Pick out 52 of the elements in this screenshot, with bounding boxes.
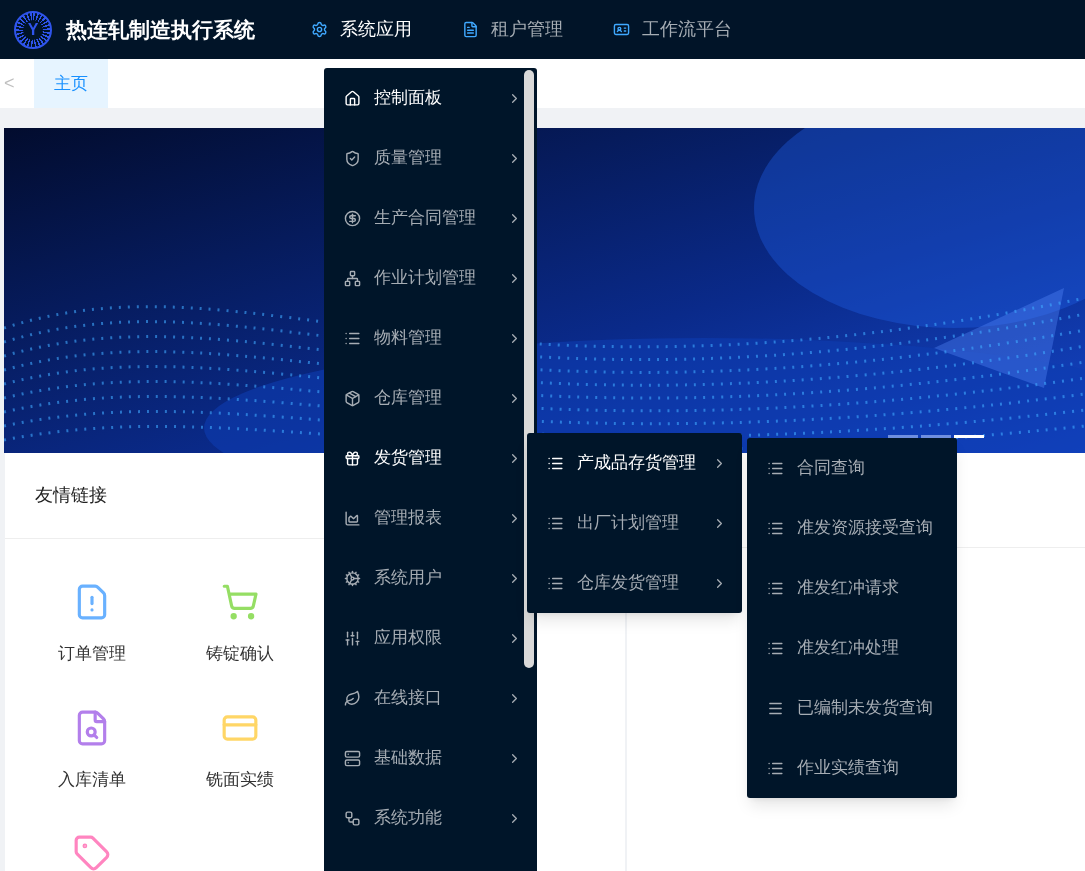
settings-icon xyxy=(311,21,328,38)
menu-item[interactable]: 准发红冲请求 xyxy=(767,558,947,618)
shield-icon xyxy=(344,149,361,167)
menu-item[interactable]: 作业实绩查询 xyxy=(767,738,947,798)
menu-item[interactable]: 管理报表 xyxy=(344,488,522,548)
menu-item[interactable]: 在线接口 xyxy=(344,668,522,728)
network-icon xyxy=(344,269,361,287)
link-label[interactable]: 铣面实绩 xyxy=(205,766,274,792)
menu-item[interactable]: 系统用户 xyxy=(344,548,522,608)
menu-item[interactable]: 已编制未发货查询 xyxy=(767,678,947,738)
menu-item[interactable]: 控制面板 xyxy=(344,68,522,128)
home-icon xyxy=(344,89,361,107)
document-icon xyxy=(462,21,479,38)
menu-item[interactable]: 发货管理 xyxy=(344,428,522,488)
nav-tab[interactable]: 租户管理 xyxy=(462,16,563,43)
menu-item[interactable]: 作业计划管理 xyxy=(344,248,522,308)
gift-icon xyxy=(344,449,361,467)
link-label[interactable]: 入库清单 xyxy=(58,766,126,792)
tag-icon[interactable] xyxy=(73,834,111,871)
badge-icon xyxy=(613,21,630,38)
carousel-indicator[interactable] xyxy=(921,435,951,438)
carousel-indicator[interactable] xyxy=(888,435,918,438)
menu-item[interactable]: 产成品存货管理 xyxy=(547,433,727,493)
hierarchy-icon xyxy=(344,809,361,827)
menu-item[interactable]: 仓库管理 xyxy=(344,368,522,428)
menu-item[interactable]: 物料管理 xyxy=(344,308,522,368)
app-title: 热连轧制造执行系统 xyxy=(66,16,255,43)
sliders-icon xyxy=(344,629,361,647)
menu-item[interactable]: 基础数据 xyxy=(344,728,522,788)
menu-item[interactable]: 系统功能 xyxy=(344,788,522,848)
menu-item[interactable]: 质量管理 xyxy=(344,128,522,188)
card-title: 友情链接 xyxy=(35,484,107,507)
server-icon xyxy=(344,749,361,767)
menu-item[interactable]: 准发红冲处理 xyxy=(767,618,947,678)
menu-item[interactable]: 合同查询 xyxy=(767,438,947,498)
nav-tab[interactable]: 工作流平台 xyxy=(613,16,732,43)
menu-item[interactable]: 生产合同管理 xyxy=(344,188,522,248)
link-label[interactable]: 订单管理 xyxy=(58,641,126,667)
package-icon xyxy=(344,389,361,407)
link-label[interactable]: 铸锭确认 xyxy=(205,641,274,667)
menu-item[interactable]: 应用权限 xyxy=(344,608,522,668)
menu-item[interactable]: 准发资源接受查询 xyxy=(767,498,947,558)
menu-item[interactable]: 出厂计划管理 xyxy=(547,493,727,553)
chart-icon xyxy=(344,509,361,527)
nav-tab[interactable]: 系统应用 xyxy=(311,16,412,43)
gear-icon xyxy=(344,569,361,587)
leaf-icon xyxy=(344,689,361,707)
coin-icon xyxy=(344,209,361,227)
cart-icon[interactable] xyxy=(220,583,259,621)
carousel-indicator[interactable] xyxy=(954,435,984,438)
menu-item[interactable]: 仓库发货管理 xyxy=(547,553,727,613)
logo: Y xyxy=(14,10,52,49)
